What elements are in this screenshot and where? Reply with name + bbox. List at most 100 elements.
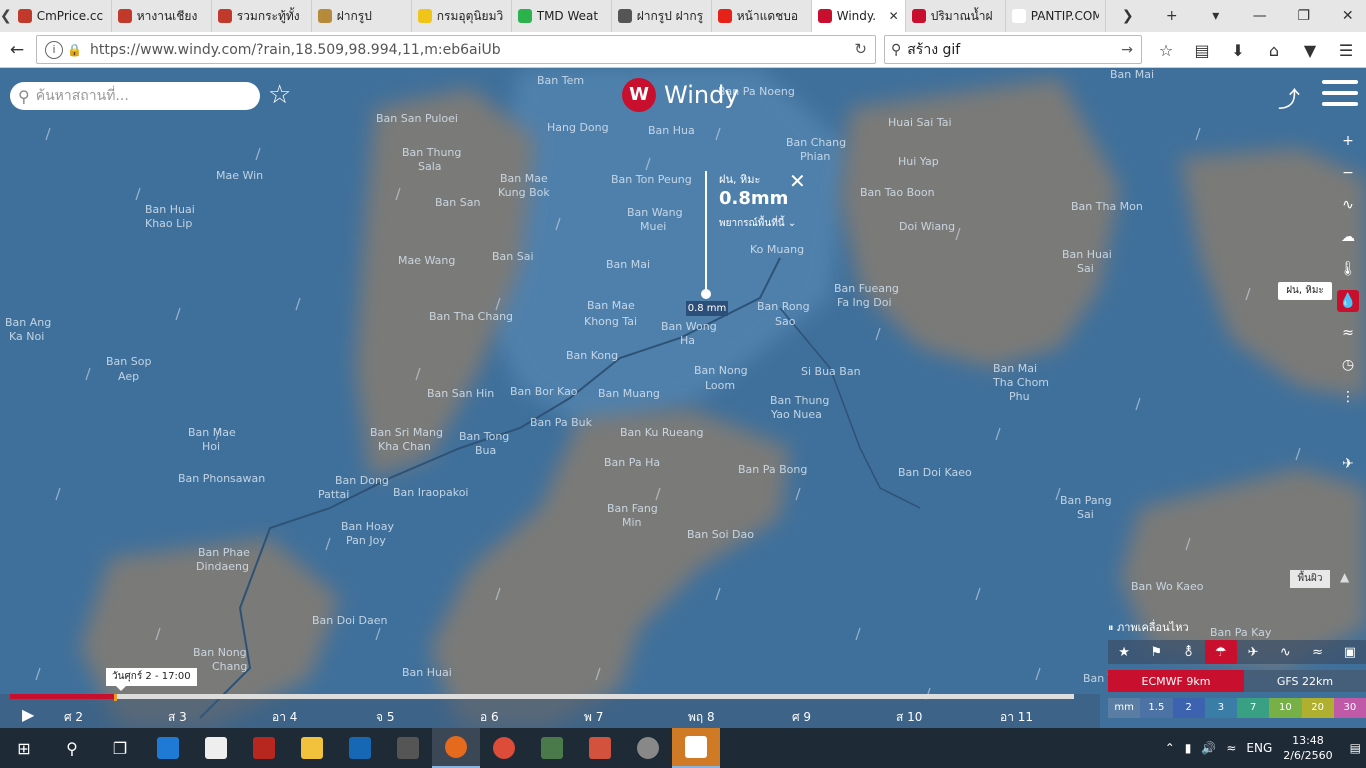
notifications-icon[interactable]: ▤ [1350, 741, 1361, 755]
rain-layer-icon[interactable]: 💧 [1337, 290, 1359, 312]
chevron-up-icon[interactable]: ⌃ [1165, 741, 1175, 755]
place-label[interactable]: Sai [1077, 508, 1094, 521]
place-label[interactable]: Ban Mae [587, 299, 635, 312]
line-app-icon[interactable] [672, 728, 720, 768]
timeline-day-label[interactable]: จ 5 [376, 708, 394, 727]
place-label[interactable]: Ban Fang [607, 502, 658, 515]
pocket-icon[interactable]: ▼ [1292, 41, 1328, 60]
place-label[interactable]: Ban Chang [786, 136, 846, 149]
url-bar[interactable]: i 🔒 https://www.windy.com/?rain,18.509,9… [36, 35, 876, 64]
rain-icon[interactable]: ☂ [1204, 640, 1237, 664]
close-window-button[interactable]: ✕ [1326, 8, 1366, 24]
favorites-star-icon[interactable]: ★ [1108, 640, 1140, 664]
place-label[interactable]: Ban Iraopakoi [393, 486, 468, 499]
timeline-day-label[interactable]: อา 4 [272, 708, 297, 727]
browser-search-box[interactable]: ⚲ สร้าง gif → [884, 35, 1142, 64]
place-label[interactable]: Ban Hua [648, 124, 695, 137]
place-label[interactable]: Doi Wiang [899, 220, 955, 233]
place-label[interactable]: Kung Bok [498, 186, 550, 199]
tab-list-dropdown-icon[interactable]: ▾ [1194, 8, 1238, 24]
tab-close-icon[interactable]: ✕ [889, 9, 899, 23]
place-label[interactable]: Ban Thung [402, 146, 461, 159]
place-label[interactable]: Hui Yap [898, 155, 939, 168]
place-label[interactable]: Ban Sai [492, 250, 534, 263]
place-label[interactable]: Ban Huai [1062, 248, 1112, 261]
model-ecmwf-button[interactable]: ECMWF 9km [1108, 670, 1244, 692]
thermometer-icon[interactable]: ⚨ [1173, 640, 1205, 664]
browser-tab[interactable]: หางานเชียง [112, 0, 212, 32]
edge-browser-icon[interactable] [144, 728, 192, 768]
place-label[interactable]: Ban Tha Chang [429, 310, 513, 323]
timeline-track[interactable] [10, 694, 1074, 699]
windy-logo[interactable]: W Windy [622, 78, 739, 112]
place-label[interactable]: Ban Doi Daen [312, 614, 387, 627]
place-label[interactable]: Ban Ton Peung [611, 173, 692, 186]
animation-toggle[interactable]: ⏸ ภาพเคลื่อนไหว [1108, 618, 1189, 636]
volume-icon[interactable]: 🔊 [1201, 741, 1216, 755]
airplane-icon[interactable]: ✈ [1337, 453, 1359, 475]
tab-scroll-left-button[interactable]: ❮ [0, 0, 12, 32]
model-gfs-button[interactable]: GFS 22km [1244, 670, 1366, 692]
home-icon[interactable]: ⌂ [1256, 41, 1292, 60]
place-label[interactable]: Ban Pa Buk [530, 416, 592, 429]
place-label[interactable]: Hang Dong [547, 121, 609, 134]
url-text[interactable]: https://www.windy.com/?rain,18.509,98.99… [90, 42, 501, 58]
file-explorer-icon[interactable] [288, 728, 336, 768]
webcam-app-icon[interactable] [624, 728, 672, 768]
place-label[interactable]: Phian [800, 150, 830, 163]
browser-tab[interactable]: กรมอุตุนิยมวิ [412, 0, 512, 32]
place-label[interactable]: Ban Hoay [341, 520, 394, 533]
place-label[interactable]: Pattai [318, 488, 349, 501]
place-label[interactable]: Ban Ang [5, 316, 51, 329]
timeline-day-label[interactable]: ส 3 [168, 708, 187, 727]
zoom-out-button[interactable]: − [1337, 162, 1359, 184]
place-label[interactable]: Sai [1077, 262, 1094, 275]
place-label[interactable]: Kha Chan [378, 440, 431, 453]
minimize-window-button[interactable]: — [1238, 8, 1282, 24]
browser-search-input[interactable]: สร้าง gif [907, 39, 960, 61]
waves-layer-icon[interactable]: ≈ [1337, 322, 1359, 344]
place-label[interactable]: Ban Sop [106, 355, 151, 368]
place-label[interactable]: Ban Mai [606, 258, 650, 271]
place-label[interactable]: Ban Muang [598, 387, 660, 400]
waves-icon[interactable]: ≈ [1302, 640, 1334, 664]
place-label[interactable]: Ban Pang [1060, 494, 1112, 507]
altitude-icon[interactable]: ▲ [1340, 570, 1349, 584]
bookmark-star-icon[interactable]: ☆ [1148, 41, 1184, 60]
close-icon[interactable]: ✕ [789, 169, 806, 193]
flag-icon[interactable]: ⚑ [1140, 640, 1172, 664]
new-tab-button[interactable]: + [1150, 8, 1194, 24]
place-label[interactable]: Yao Nuea [771, 408, 822, 421]
search-icon[interactable]: ⚲ [48, 728, 96, 768]
place-label[interactable]: Min [622, 516, 642, 529]
app-icon[interactable] [528, 728, 576, 768]
place-label[interactable]: Ban Wong [661, 320, 717, 333]
place-label[interactable]: Ban Tong [459, 430, 509, 443]
place-label[interactable]: Ban Phae [198, 546, 250, 559]
timeline-day-label[interactable]: อา 11 [1000, 708, 1033, 727]
place-search-input[interactable]: ค้นหาสถานที่... [36, 85, 129, 107]
browser-tab[interactable]: ปริมาณน้ำฝ [906, 0, 1006, 32]
search-go-icon[interactable]: → [1121, 42, 1133, 58]
place-label[interactable]: Ban Soi Dao [687, 528, 754, 541]
more-layers-icon[interactable]: ⋮ [1337, 386, 1359, 408]
place-label[interactable]: Hoi [202, 440, 220, 453]
wind-icon[interactable]: ∿ [1269, 640, 1301, 664]
place-label[interactable]: Ban Tem [537, 74, 584, 87]
place-label[interactable]: Ban Mae [188, 426, 236, 439]
place-label[interactable]: Pan Joy [346, 534, 386, 547]
surface-level-tag[interactable]: พื้นผิว [1290, 570, 1330, 588]
place-label[interactable]: Ban Sri Mang [370, 426, 443, 439]
place-label[interactable]: Ban Bor Kao [510, 385, 578, 398]
place-label[interactable]: Ban Wang [627, 206, 683, 219]
hamburger-menu-icon[interactable]: ☰ [1328, 41, 1364, 60]
favorites-star-icon[interactable]: ☆ [268, 80, 291, 110]
clock[interactable]: 13:48 2/6/2560 [1283, 733, 1332, 763]
place-label[interactable]: Ko Muang [750, 243, 804, 256]
outlook-icon[interactable] [336, 728, 384, 768]
info-icon[interactable]: i [45, 40, 63, 59]
place-label[interactable]: Ban Fueang [834, 282, 899, 295]
place-label[interactable]: Ban Tha Mon [1071, 200, 1143, 213]
place-label[interactable]: Ban Nong [694, 364, 748, 377]
app-icon[interactable] [384, 728, 432, 768]
